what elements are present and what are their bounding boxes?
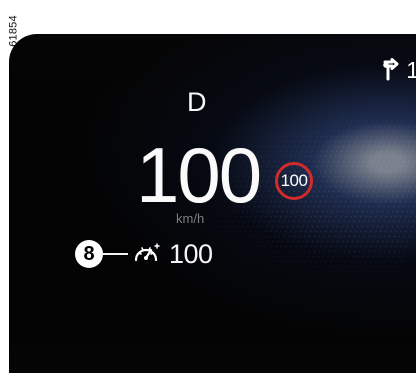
speed-limit-sign: 100 (275, 162, 313, 200)
manual-figure: 61854 1 D 100 km/h 100 8 100 (0, 0, 416, 379)
speed-unit: km/h (176, 211, 205, 226)
callout-marker: 8 (75, 240, 103, 268)
navigation-partial-text: 1 (406, 56, 416, 83)
speed-limiter-row: 8 100 (75, 239, 213, 269)
route-turn-icon (383, 58, 399, 81)
speed-limiter-icon (134, 243, 160, 262)
callout-line (102, 253, 128, 255)
instrument-panel-display: 1 D 100 km/h 100 8 100 (9, 34, 416, 373)
speed-limiter-value: 100 (169, 238, 213, 269)
navigation-indicator: 1 (380, 54, 416, 86)
speed-limit-value: 100 (280, 171, 308, 190)
current-speed: 100 (136, 131, 262, 219)
callout-number: 8 (83, 242, 95, 265)
gear-indicator: D (187, 87, 207, 117)
